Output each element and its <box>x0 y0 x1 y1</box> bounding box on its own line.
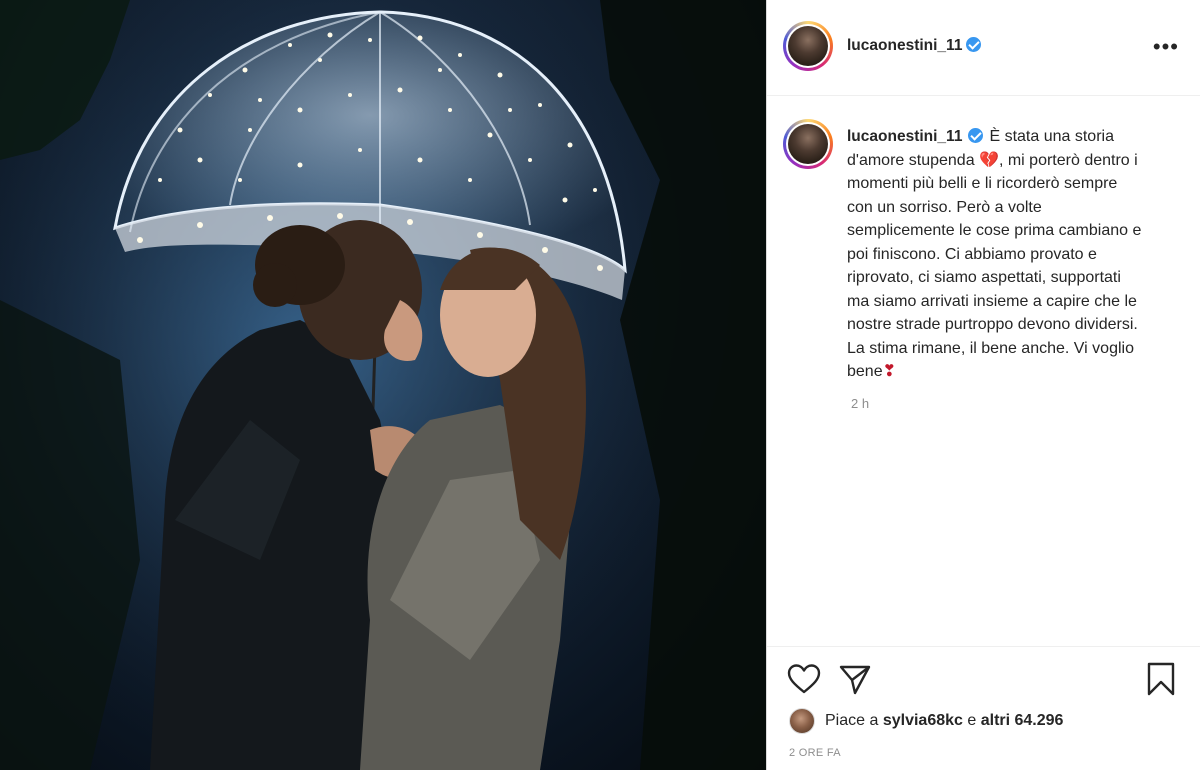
post-side-panel: lucaonestini_11 ••• lucaonestini_11 È sta… <box>766 0 1200 770</box>
caption-username[interactable]: lucaonestini_11 <box>847 128 962 145</box>
liker-avatar <box>789 708 815 734</box>
post-header: lucaonestini_11 ••• <box>767 0 1200 96</box>
verified-badge-icon <box>968 128 984 143</box>
likes-prefix: Piace a <box>825 712 879 729</box>
post-caption: lucaonestini_11 È stata una storia d'amor… <box>847 125 1147 384</box>
caption-author-avatar[interactable] <box>783 119 833 169</box>
bookmark-icon[interactable] <box>1147 662 1175 696</box>
instagram-post-view: lucaonestini_11 ••• lucaonestini_11 È sta… <box>0 0 1200 770</box>
author-username-text: lucaonestini_11 <box>847 37 963 54</box>
verified-badge-icon <box>966 37 982 52</box>
author-username[interactable]: lucaonestini_11 <box>847 37 982 55</box>
likes-others-count[interactable]: altri 64.296 <box>981 712 1064 730</box>
heart-exclamation-icon: ❣ <box>882 363 896 380</box>
post-photo[interactable] <box>0 0 766 770</box>
caption-text-2: , mi porterò dentro i momenti più belli … <box>847 151 1142 381</box>
likes-middle: e <box>967 712 977 729</box>
caption-time[interactable]: 2 h <box>851 396 869 411</box>
broken-heart-icon: 💔 <box>979 151 999 169</box>
likes-summary[interactable]: Piace a sylvia68kc e altri 64.296 <box>789 708 1063 734</box>
comments-area: lucaonestini_11 È stata una storia d'amor… <box>767 97 1200 647</box>
post-timestamp[interactable]: 2 ORE FA <box>789 747 841 759</box>
action-bar <box>767 648 1200 708</box>
liked-by-user[interactable]: sylvia68kc <box>883 712 963 730</box>
paper-plane-icon[interactable] <box>839 665 871 695</box>
photo-illustration <box>0 0 766 770</box>
heart-icon[interactable] <box>787 664 821 694</box>
author-avatar[interactable] <box>783 21 833 71</box>
more-options-icon[interactable]: ••• <box>1153 36 1179 58</box>
